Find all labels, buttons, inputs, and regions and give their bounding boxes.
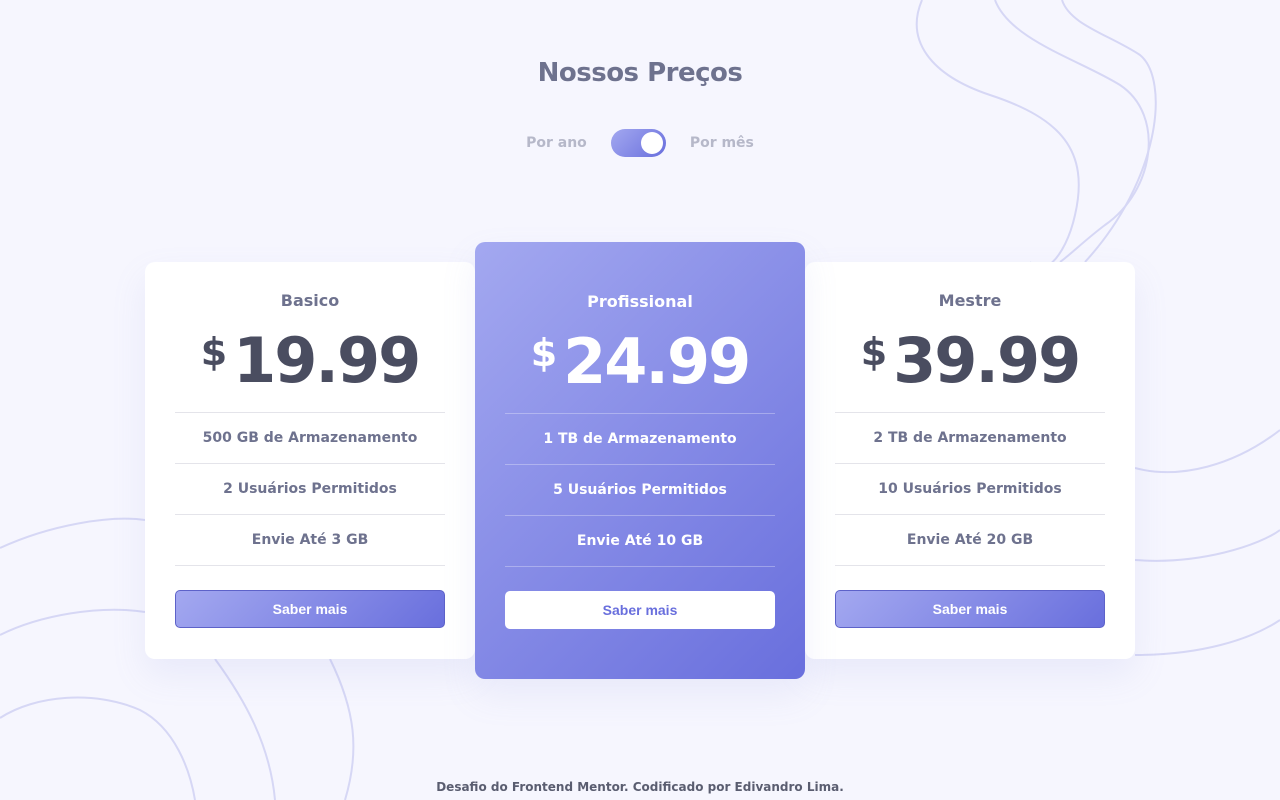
annual-label: Por ano — [526, 135, 587, 151]
price-amount: 19.99 — [233, 324, 421, 397]
billing-period-toggle[interactable] — [610, 129, 666, 157]
plan-name: Profissional — [587, 292, 693, 311]
plan-price: $ 39.99 — [805, 325, 1135, 397]
pricing-page: Nossos Preços Por ano Por mês Basico $ 1… — [0, 0, 1280, 800]
billing-toggle-row: Por ano Por mês — [0, 128, 1280, 158]
feature-list: 1 TB de Armazenamento 5 Usuários Permiti… — [505, 413, 775, 567]
toggle-knob[interactable] — [640, 132, 663, 154]
plan-card-master: Mestre $ 39.99 2 TB de Armazenamento 10 … — [805, 262, 1135, 659]
plan-card-professional: Profissional $ 24.99 1 TB de Armazenamen… — [475, 242, 805, 679]
feature-upload: Envie Até 3 GB — [175, 515, 445, 566]
feature-upload: Envie Até 20 GB — [835, 515, 1105, 566]
monthly-label: Por mês — [689, 135, 754, 151]
plan-name: Basico — [280, 291, 340, 310]
plan-card-basic: Basico $ 19.99 500 GB de Armazenamento 2… — [145, 262, 475, 659]
plan-price: $ 24.99 — [475, 326, 805, 398]
feature-storage: 500 GB de Armazenamento — [175, 413, 445, 464]
feature-users: 10 Usuários Permitidos — [835, 464, 1105, 515]
feature-users: 5 Usuários Permitidos — [505, 465, 775, 516]
plan-price: $ 19.99 — [145, 325, 475, 397]
feature-storage: 1 TB de Armazenamento — [505, 414, 775, 465]
feature-storage: 2 TB de Armazenamento — [835, 413, 1105, 464]
feature-users: 2 Usuários Permitidos — [175, 464, 445, 515]
currency-symbol: $ — [200, 330, 228, 374]
learn-more-button-professional[interactable]: Saber mais — [505, 591, 775, 629]
footer-attribution: Desafio do Frontend Mentor. Codificado p… — [436, 780, 844, 794]
currency-symbol: $ — [860, 330, 888, 374]
feature-list: 500 GB de Armazenamento 2 Usuários Permi… — [175, 412, 445, 566]
price-amount: 24.99 — [563, 325, 751, 398]
price-amount: 39.99 — [893, 324, 1081, 397]
learn-more-button-basic[interactable]: Saber mais — [175, 590, 445, 628]
plan-name: Mestre — [938, 291, 1002, 310]
feature-list: 2 TB de Armazenamento 10 Usuários Permit… — [835, 412, 1105, 566]
currency-symbol: $ — [530, 331, 558, 375]
page-title: Nossos Preços — [537, 58, 743, 88]
feature-upload: Envie Até 10 GB — [505, 516, 775, 567]
learn-more-button-master[interactable]: Saber mais — [835, 590, 1105, 628]
